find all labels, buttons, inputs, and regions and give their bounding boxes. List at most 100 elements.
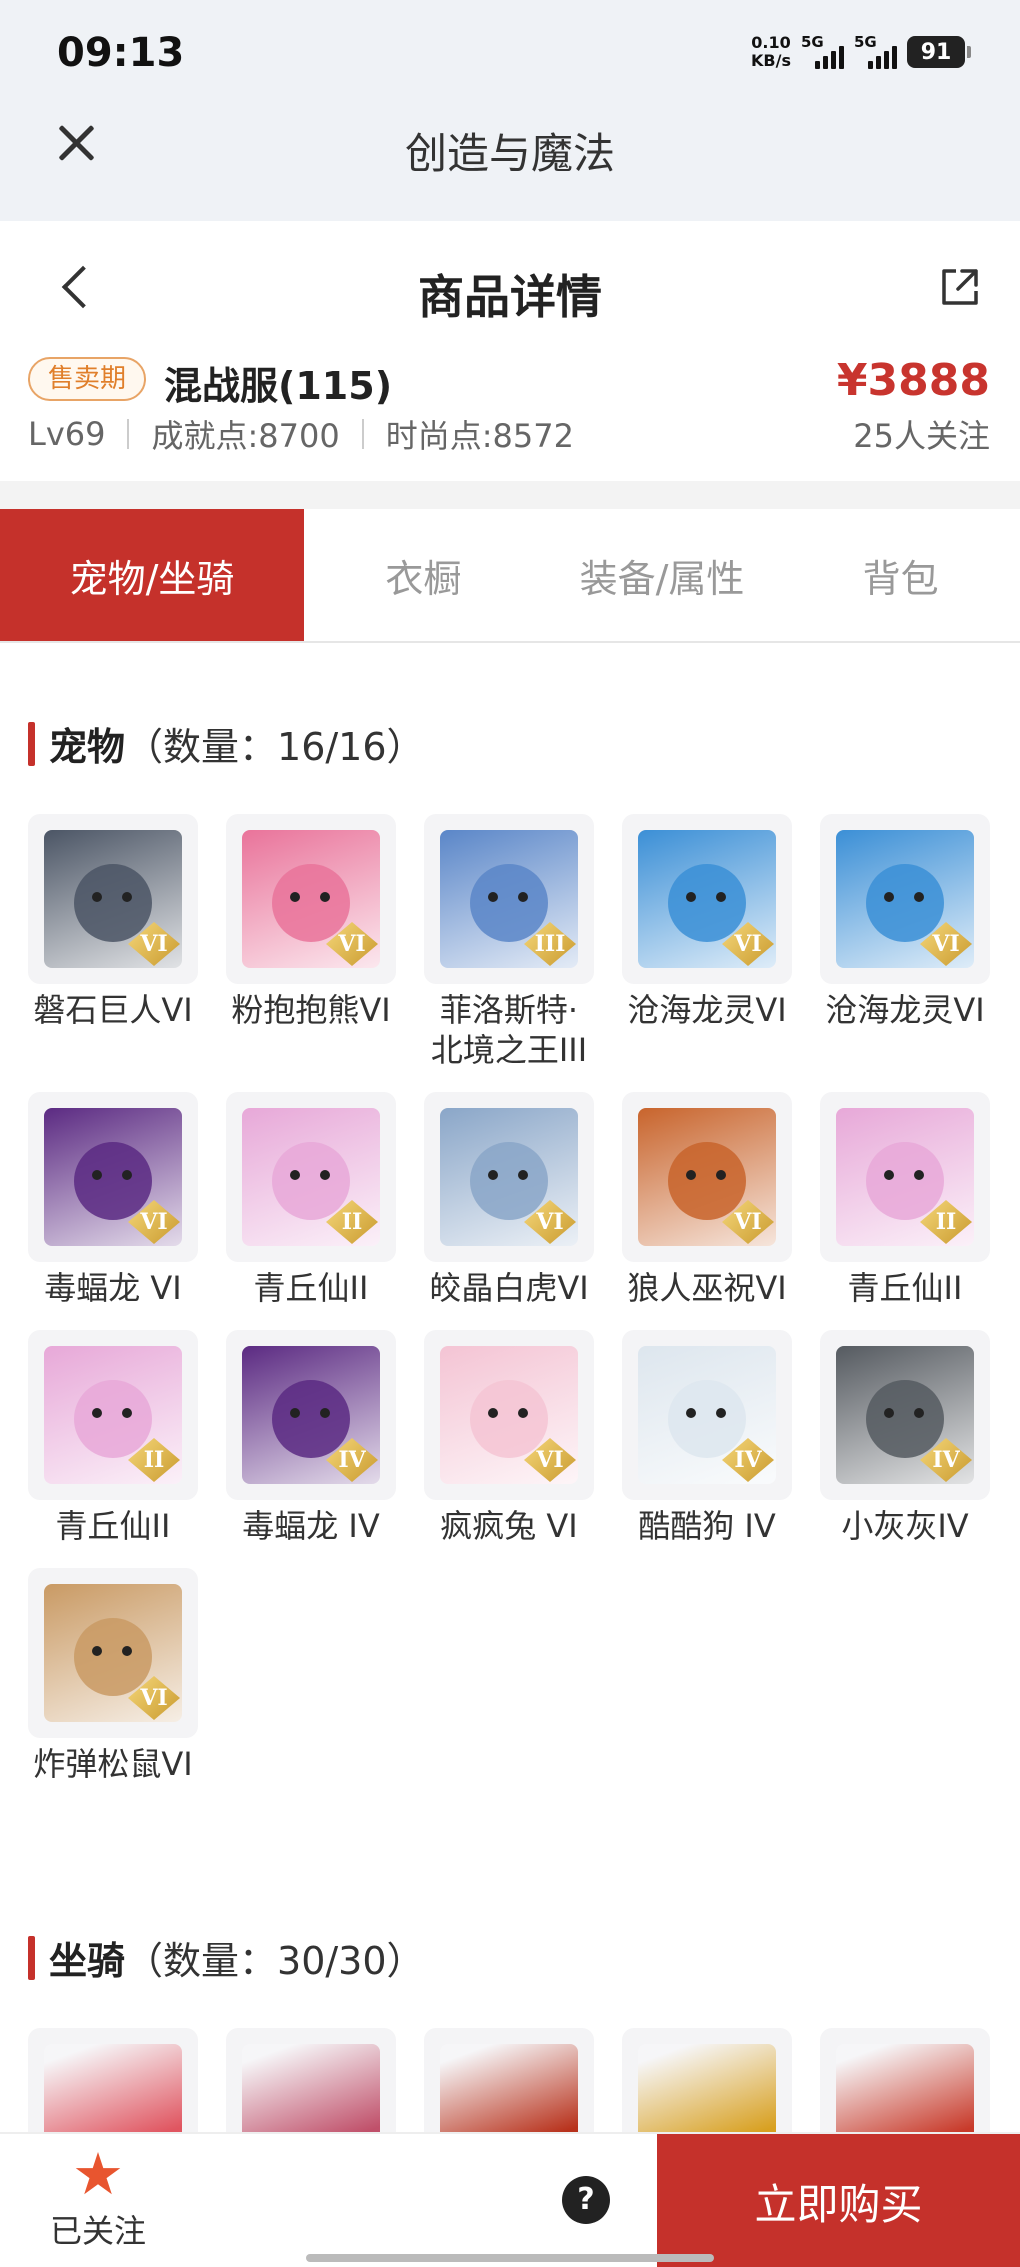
- tab-wardrobe[interactable]: 衣橱: [304, 509, 543, 641]
- pet-name: 沧海龙灵VI: [825, 991, 985, 1029]
- pet-card[interactable]: VI 沧海龙灵VI: [622, 814, 792, 1070]
- pet-thumbnail: VI: [622, 1092, 792, 1262]
- pet-eye: [884, 892, 894, 902]
- tab-pets-mounts[interactable]: 宠物/坐骑: [0, 509, 304, 641]
- pet-figure: [866, 864, 944, 942]
- pet-name: 狼人巫祝VI: [627, 1269, 787, 1307]
- price: ¥3888: [836, 355, 990, 406]
- pet-name: 沧海龙灵VI: [627, 991, 787, 1029]
- pet-card[interactable]: IV 小灰灰IV: [820, 1330, 990, 1546]
- pet-card[interactable]: VI 狼人巫祝VI: [622, 1092, 792, 1308]
- pet-thumbnail: II: [28, 1330, 198, 1500]
- pet-eye: [884, 1408, 894, 1418]
- tab-bag[interactable]: 背包: [781, 509, 1020, 641]
- pet-eye: [716, 1408, 726, 1418]
- pet-eye: [122, 892, 132, 902]
- pet-thumbnail: IV: [226, 1330, 396, 1500]
- pet-eye: [320, 1170, 330, 1180]
- pet-grid: VI 磐石巨人VI VI 粉抱抱熊VI III 菲洛斯特·北境之王III VI 沧海龙灵VI V…: [28, 814, 992, 1784]
- section-title-text: 宠物: [49, 725, 126, 769]
- share-icon[interactable]: [938, 265, 982, 309]
- battery-icon: 91: [907, 36, 971, 68]
- pet-card[interactable]: VI 疯疯兔 VI: [424, 1330, 594, 1546]
- divider: [0, 481, 1020, 509]
- pet-card[interactable]: II 青丘仙II: [820, 1092, 990, 1308]
- pet-eye: [518, 1408, 528, 1418]
- account-stats: Lv69 成就点:8700 时尚点:8572: [28, 411, 574, 457]
- pet-image: II: [836, 1108, 974, 1246]
- tab-equipment[interactable]: 装备/属性: [543, 509, 782, 641]
- pet-eye: [686, 1408, 696, 1418]
- buy-now-button[interactable]: 立即购买: [657, 2134, 1020, 2267]
- pet-eye: [122, 1646, 132, 1656]
- pet-card[interactable]: VI 粉抱抱熊VI: [226, 814, 396, 1070]
- pet-figure: [74, 1380, 152, 1458]
- pet-card[interactable]: VI 磐石巨人VI: [28, 814, 198, 1070]
- product-info: 售卖期 混战服(115) ¥3888 Lv69 成就点:8700 时尚点:857…: [0, 351, 1020, 481]
- pet-image: IV: [836, 1346, 974, 1484]
- pet-image: VI: [638, 1108, 776, 1246]
- section-marker: [28, 1935, 35, 1980]
- pet-image: IV: [638, 1346, 776, 1484]
- pet-card[interactable]: VI 皎晶白虎VI: [424, 1092, 594, 1308]
- network-speed-unit: KB/s: [751, 51, 791, 70]
- status-time: 09:13: [57, 30, 185, 76]
- pet-name: 磐石巨人VI: [33, 991, 193, 1029]
- pet-eye: [518, 892, 528, 902]
- pet-image: VI: [836, 830, 974, 968]
- pet-image: II: [44, 1346, 182, 1484]
- pet-eye: [914, 1170, 924, 1180]
- pet-thumbnail: II: [226, 1092, 396, 1262]
- pet-figure: [470, 864, 548, 942]
- pet-eye: [488, 892, 498, 902]
- pet-card[interactable]: III 菲洛斯特·北境之王III: [424, 814, 594, 1070]
- pet-name: 菲洛斯特·北境之王III: [430, 991, 588, 1069]
- pet-card[interactable]: IV 酷酷狗 IV: [622, 1330, 792, 1546]
- pet-name: 青丘仙II: [55, 1507, 171, 1545]
- pet-eye: [92, 1408, 102, 1418]
- pet-figure: [866, 1142, 944, 1220]
- pet-thumbnail: VI: [28, 1092, 198, 1262]
- help-icon[interactable]: ?: [562, 2176, 610, 2224]
- signal-label: 5G: [801, 33, 824, 51]
- pet-figure: [74, 1142, 152, 1220]
- pet-card[interactable]: VI 毒蝠龙 VI: [28, 1092, 198, 1308]
- pet-figure: [668, 1142, 746, 1220]
- pet-eye: [686, 892, 696, 902]
- network-speed-value: 0.10: [751, 33, 791, 52]
- section-count: （数量：16/16）: [125, 725, 425, 769]
- follow-button[interactable]: ★ 已关注: [28, 2142, 168, 2252]
- pet-image: II: [242, 1108, 380, 1246]
- pet-name: 酷酷狗 IV: [638, 1507, 776, 1545]
- pet-image: III: [440, 830, 578, 968]
- pet-name: 皎晶白虎VI: [429, 1269, 589, 1307]
- network-speed: 0.10 KB/s: [751, 34, 791, 70]
- achievement-points: 成就点:8700: [151, 417, 340, 455]
- pet-thumbnail: VI: [28, 1568, 198, 1738]
- pet-thumbnail: II: [820, 1092, 990, 1262]
- signal-label: 5G: [854, 33, 877, 51]
- page-header: 商品详情: [0, 221, 1020, 351]
- sale-status-badge: 售卖期: [28, 357, 147, 401]
- pet-card[interactable]: IV 毒蝠龙 IV: [226, 1330, 396, 1546]
- app-header-area: 09:13 0.10 KB/s 5G 5G 91 创造与魔法: [0, 0, 1020, 221]
- pet-image: VI: [242, 830, 380, 968]
- signal-5g-icon: 5G: [801, 33, 844, 69]
- status-icons: 0.10 KB/s 5G 5G 91: [751, 33, 971, 70]
- pet-card[interactable]: VI 沧海龙灵VI: [820, 814, 990, 1070]
- pet-thumbnail: VI: [424, 1092, 594, 1262]
- pet-figure: [668, 1380, 746, 1458]
- pet-card[interactable]: II 青丘仙II: [226, 1092, 396, 1308]
- pet-eye: [122, 1408, 132, 1418]
- pet-card[interactable]: VI 炸弹松鼠VI: [28, 1568, 198, 1784]
- divider: [127, 419, 130, 449]
- pet-name: 小灰灰IV: [841, 1507, 969, 1545]
- pet-eye: [716, 1170, 726, 1180]
- pet-thumbnail: VI: [226, 814, 396, 984]
- pet-eye: [290, 1170, 300, 1180]
- pet-card[interactable]: II 青丘仙II: [28, 1330, 198, 1546]
- pet-name: 炸弹松鼠VI: [33, 1745, 193, 1783]
- pet-eye: [92, 1170, 102, 1180]
- pet-image: IV: [242, 1346, 380, 1484]
- pet-image: VI: [638, 830, 776, 968]
